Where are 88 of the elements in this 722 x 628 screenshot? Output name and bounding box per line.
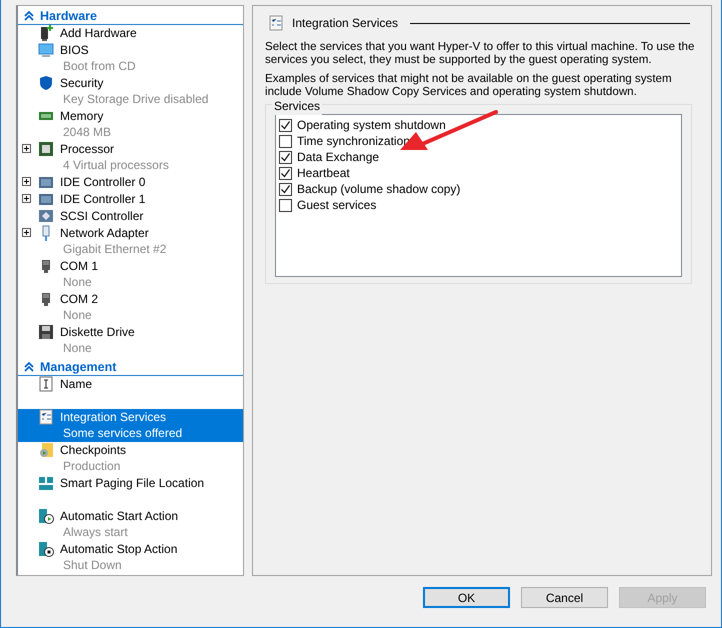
- service-label: Time synchronization: [297, 133, 410, 150]
- checkbox[interactable]: [279, 182, 292, 196]
- tree-item[interactable]: Name: [18, 376, 243, 409]
- item-detail: Gigabit Ethernet #2: [63, 241, 166, 257]
- item-label: BIOS: [60, 42, 90, 58]
- checkbox[interactable]: [279, 118, 292, 132]
- checkbox[interactable]: [279, 134, 292, 148]
- chip-icon: [38, 141, 54, 157]
- service-label: Data Exchange: [297, 149, 380, 166]
- controller-icon: [38, 208, 54, 224]
- service-label: Backup (volume shadow copy): [297, 181, 460, 198]
- paging-icon: [38, 475, 54, 491]
- expand-icon[interactable]: [22, 194, 30, 203]
- computer-add-icon: [38, 25, 54, 41]
- item-label: SCSI Controller: [60, 208, 144, 224]
- monitor-icon: [38, 42, 54, 58]
- tree-item[interactable]: Processor 4 Virtual processors: [18, 141, 243, 174]
- checkpoint-icon: [38, 442, 54, 458]
- collapse-icon[interactable]: [24, 362, 34, 372]
- item-detail: Always start: [63, 524, 129, 540]
- item-label: Integration Services: [60, 409, 168, 425]
- panel-title: Integration Services: [292, 15, 398, 32]
- section-title: Management: [40, 358, 116, 376]
- item-label: COM 2: [60, 291, 98, 307]
- item-label: Smart Paging File Location: [60, 475, 204, 491]
- checkbox[interactable]: [279, 198, 292, 212]
- description-text: Select the services that you want Hyper-V to offer to this virtual machine. To use the services you select, they must be supported by the guest operating system.: [265, 40, 696, 66]
- tree-item[interactable]: Security Key Storage Drive disabled: [18, 75, 243, 108]
- item-detail: Boot from CD: [63, 58, 136, 74]
- stop-action-icon: [38, 541, 54, 557]
- expand-icon[interactable]: [22, 228, 30, 237]
- tree-item[interactable]: IDE Controller 0: [18, 174, 243, 191]
- section-title: Hardware: [40, 8, 97, 25]
- checklist-icon: [38, 409, 54, 425]
- tree-item[interactable]: COM 2 None: [18, 291, 243, 324]
- item-label: Automatic Start Action: [60, 508, 178, 524]
- description-text: Examples of services that might not be available on the guest operating system include Volume Shadow Copy Services and operating system shutdown.: [265, 72, 673, 98]
- drive-icon: [38, 174, 54, 190]
- tree-item[interactable]: SCSI Controller: [18, 208, 243, 225]
- tree-item[interactable]: Integration Services Some services offered: [18, 409, 243, 442]
- dialog-button[interactable]: Cancel: [521, 587, 608, 608]
- service-label: Operating system shutdown: [297, 117, 446, 134]
- item-detail: Shut Down: [63, 557, 123, 573]
- expand-icon[interactable]: [22, 177, 30, 186]
- item-label: Automatic Stop Action: [60, 541, 178, 557]
- tree-item[interactable]: IDE Controller 1: [18, 191, 243, 208]
- item-detail: Some services offered: [63, 425, 182, 441]
- checklist-icon: [268, 15, 284, 31]
- tree-item[interactable]: Automatic Stop Action Shut Down: [18, 541, 243, 574]
- item-label: IDE Controller 0: [60, 174, 146, 190]
- tree-item[interactable]: Network Adapter Gigabit Ethernet #2: [18, 225, 243, 258]
- item-label: Memory: [60, 108, 104, 124]
- tree-item[interactable]: Memory 2048 MB: [18, 108, 243, 141]
- item-detail: Production: [63, 458, 122, 474]
- floppy-icon: [38, 324, 54, 340]
- collapse-icon[interactable]: [24, 11, 34, 21]
- item-label: Network Adapter: [60, 225, 150, 241]
- item-label: Processor: [60, 141, 116, 157]
- item-label: IDE Controller 1: [60, 191, 146, 207]
- service-label: Guest services: [297, 197, 376, 214]
- checkbox[interactable]: [279, 150, 292, 164]
- drive-icon: [38, 191, 54, 207]
- item-label: Security: [60, 75, 104, 91]
- tree-item[interactable]: Checkpoints Production: [18, 442, 243, 475]
- tree-item[interactable]: Diskette Drive None: [18, 324, 243, 357]
- service-label: Heartbeat: [297, 165, 350, 182]
- item-detail: None: [63, 340, 93, 356]
- item-label: Checkpoints: [60, 442, 126, 458]
- item-label: Diskette Drive: [60, 324, 135, 340]
- item-label: Name: [60, 376, 92, 392]
- item-detail: 2048 MB: [63, 124, 112, 140]
- tree-item[interactable]: BIOS Boot from CD: [18, 42, 243, 75]
- checkbox[interactable]: [279, 166, 292, 180]
- start-action-icon: [38, 508, 54, 524]
- item-detail: None: [63, 274, 93, 290]
- tree-item[interactable]: Smart Paging File Location: [18, 475, 243, 508]
- tree-item[interactable]: Add Hardware: [18, 25, 243, 42]
- expand-icon[interactable]: [22, 144, 30, 153]
- item-detail: None: [63, 307, 93, 323]
- item-label: COM 1: [60, 258, 98, 274]
- item-detail: Key Storage Drive disabled: [63, 91, 208, 107]
- item-detail: 4 Virtual processors: [63, 157, 169, 173]
- item-label: Add Hardware: [60, 25, 137, 41]
- dialog-button[interactable]: OK: [423, 587, 510, 608]
- tree-item[interactable]: Automatic Start Action Always start: [18, 508, 243, 541]
- text-field-icon: [38, 376, 54, 392]
- shield-icon: [38, 75, 54, 91]
- tree-item[interactable]: COM 1 None: [18, 258, 243, 291]
